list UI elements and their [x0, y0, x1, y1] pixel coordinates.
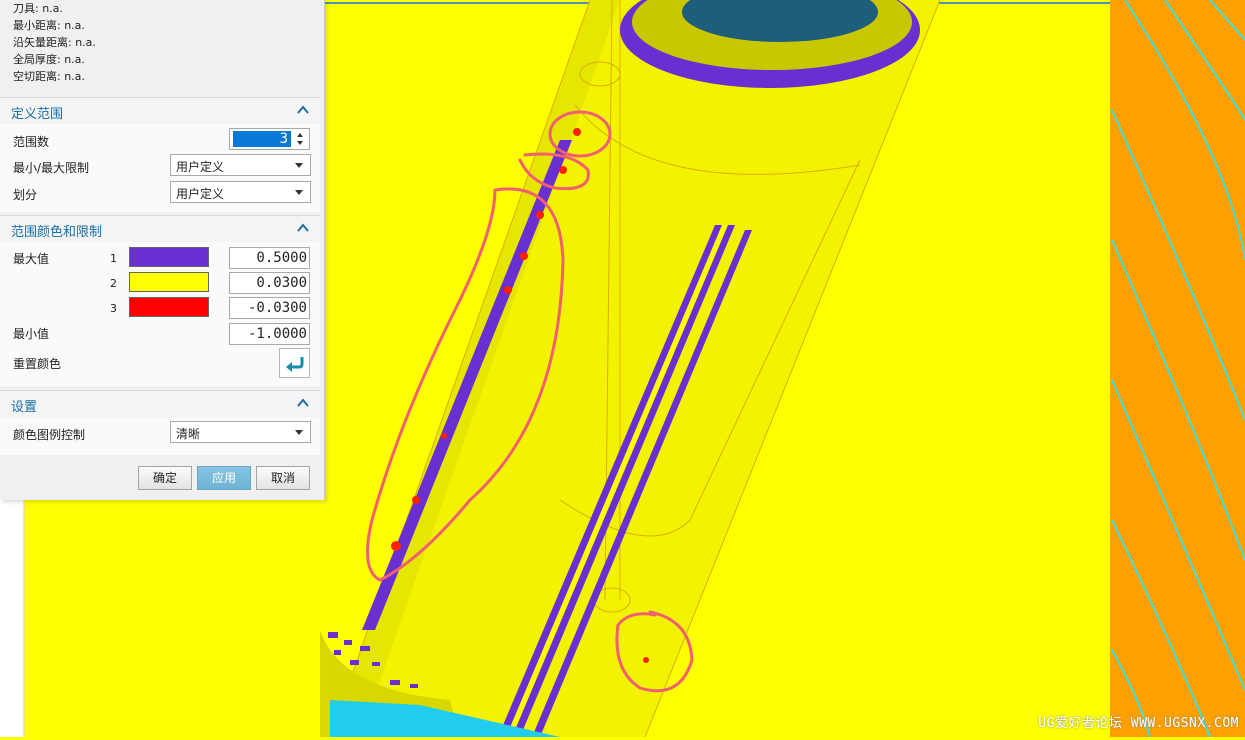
minmax-limit-label: 最小/最大限制: [13, 161, 90, 175]
info-global-thickness: 全局厚度: n.a.: [13, 53, 85, 66]
section-range-colors-title: 范围颜色和限制: [11, 225, 103, 240]
range-value-1: 0.5000: [256, 250, 307, 266]
minmax-limit-value: 用户定义: [176, 160, 225, 174]
reset-colors-button[interactable]: [279, 348, 310, 378]
division-dropdown[interactable]: 用户定义: [170, 181, 311, 203]
color-range-dialog: 刀具: n.a. 最小距离: n.a. 沿矢量距离: n.a. 全局厚度: n.…: [0, 0, 325, 500]
section-settings-title: 设置: [11, 400, 38, 415]
spinner-arrows-icon[interactable]: [293, 130, 307, 148]
legend-control-value: 清晰: [176, 427, 201, 441]
section-define-range-body: 范围数 3 最小/最大限制 用户定义 划分 用户定义: [0, 124, 320, 212]
color-swatch-2[interactable]: [129, 272, 209, 292]
info-tool: 刀具: n.a.: [13, 2, 63, 15]
forum-watermark: UG爱好者论坛 WWW.UGSNX.COM: [1038, 716, 1239, 731]
range-index-3: 3: [110, 302, 117, 315]
section-settings-header[interactable]: 设置: [0, 390, 320, 417]
section-define-range-header[interactable]: 定义范围: [0, 97, 320, 124]
apply-button[interactable]: 应用: [197, 466, 251, 490]
color-swatch-3[interactable]: [129, 297, 209, 317]
range-count-spinner[interactable]: 3: [229, 128, 310, 150]
info-vector-distance: 沿矢量距离: n.a.: [13, 36, 96, 49]
range-value-field-2[interactable]: 0.0300: [229, 272, 310, 294]
ok-button[interactable]: 确定: [138, 466, 192, 490]
range-value-field-3[interactable]: -0.0300: [229, 297, 310, 319]
range-value-3: -0.0300: [247, 300, 307, 316]
chevron-up-icon[interactable]: [296, 221, 310, 235]
color-swatch-1[interactable]: [129, 247, 209, 267]
range-count-value: 3: [279, 131, 288, 147]
reset-colors-label: 重置颜色: [13, 357, 62, 371]
section-range-colors-body: 最大值 1 0.5000 2 0.0300 3 -0.0300 最小值 -1.0…: [0, 242, 320, 386]
chevron-up-icon[interactable]: [296, 396, 310, 410]
range-value-field-1[interactable]: 0.5000: [229, 247, 310, 269]
cancel-button[interactable]: 取消: [256, 466, 310, 490]
division-value: 用户定义: [176, 187, 225, 201]
range-value-2: 0.0300: [256, 275, 307, 291]
legend-control-dropdown[interactable]: 清晰: [170, 421, 311, 443]
chevron-down-icon: [295, 430, 303, 435]
minmax-limit-dropdown[interactable]: 用户定义: [170, 154, 311, 176]
info-air-cut-distance: 空切距离: n.a.: [13, 70, 85, 83]
range-index-2: 2: [110, 277, 117, 290]
legend-control-label: 颜色图例控制: [13, 428, 86, 442]
chevron-down-icon: [295, 163, 303, 168]
section-range-colors-header[interactable]: 范围颜色和限制: [0, 215, 320, 242]
undo-arrow-icon: [286, 357, 304, 372]
section-settings-body: 颜色图例控制 清晰: [0, 417, 320, 455]
min-value: -1.0000: [247, 326, 307, 342]
min-value-field[interactable]: -1.0000: [229, 323, 310, 345]
range-index-1: 1: [110, 252, 117, 265]
info-min-distance: 最小距离: n.a.: [13, 19, 85, 32]
division-label: 划分: [13, 188, 38, 202]
max-value-label: 最大值: [13, 252, 50, 266]
min-value-label: 最小值: [13, 327, 50, 341]
range-count-label: 范围数: [13, 135, 50, 149]
chevron-down-icon: [295, 190, 303, 195]
chevron-up-icon[interactable]: [296, 103, 310, 117]
section-define-range-title: 定义范围: [11, 107, 64, 122]
